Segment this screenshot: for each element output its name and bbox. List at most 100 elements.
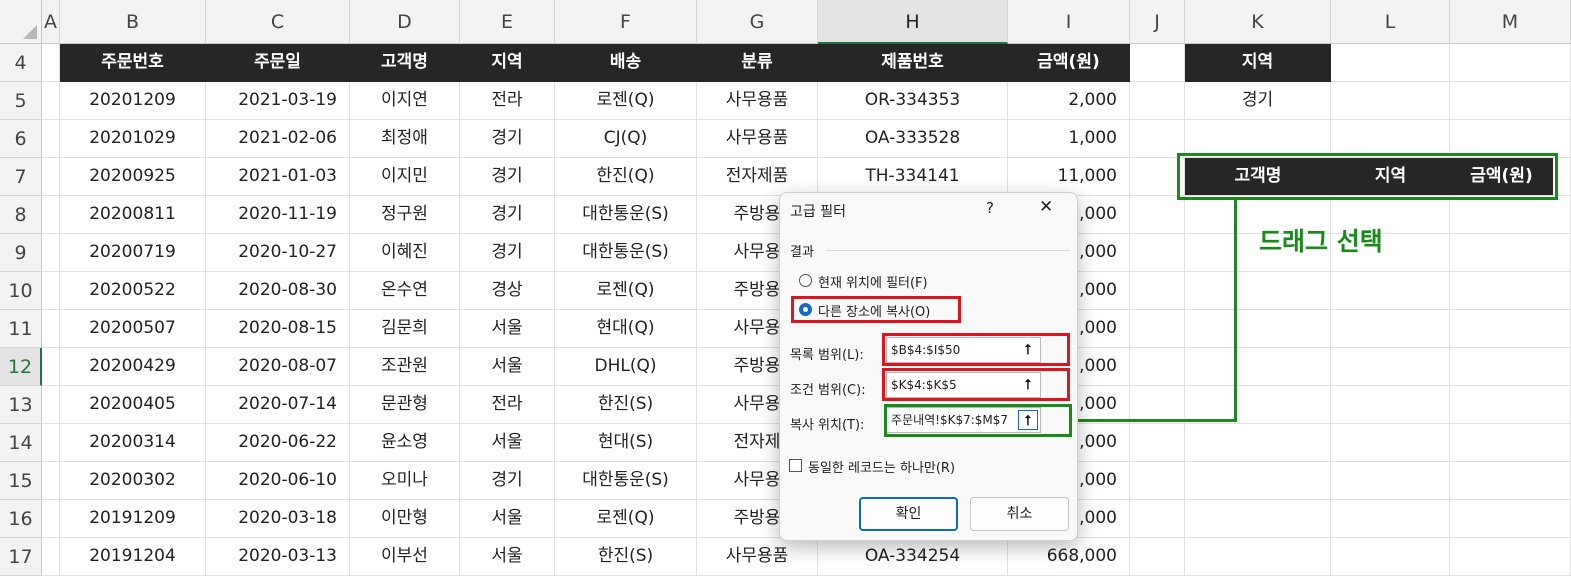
column-header-l[interactable]: L [1331,0,1450,44]
row-header-6[interactable]: 6 [0,120,42,158]
row-header-16[interactable]: 16 [0,500,42,538]
cell-j12[interactable] [1130,348,1185,386]
table-cell[interactable]: 사무용품 [697,538,818,576]
cell-l12[interactable] [1331,348,1450,386]
table-cell[interactable]: 20200925 [60,158,206,196]
column-header-f[interactable]: F [555,0,697,44]
table-header-cell[interactable]: 제품번호 [818,44,1008,82]
column-header-a[interactable]: A [42,0,60,44]
table-cell[interactable]: 서울 [460,424,555,462]
cell-l17[interactable] [1331,538,1450,576]
column-header-g[interactable]: G [697,0,818,44]
row-header-5[interactable]: 5 [0,82,42,120]
table-cell[interactable]: 경기 [460,234,555,272]
cell-j5[interactable] [1130,82,1185,120]
table-cell[interactable]: 경기 [460,120,555,158]
table-cell[interactable]: 문관형 [350,386,460,424]
table-cell[interactable]: 2021-01-03 [206,158,350,196]
table-cell[interactable]: OA-333528 [818,120,1008,158]
table-cell[interactable]: 이혜진 [350,234,460,272]
table-cell[interactable]: 1,000 [1008,120,1130,158]
table-cell[interactable]: 2020-07-14 [206,386,350,424]
cell-m13[interactable] [1450,386,1571,424]
table-cell[interactable]: OR-334353 [818,82,1008,120]
column-header-c[interactable]: C [206,0,350,44]
cell-j8[interactable] [1130,196,1185,234]
table-cell[interactable]: 대한통운(S) [555,196,697,234]
column-header-b[interactable]: B [60,0,206,44]
cell-j9[interactable] [1130,234,1185,272]
table-cell[interactable]: 20201209 [60,82,206,120]
row-header-15[interactable]: 15 [0,462,42,500]
table-cell[interactable]: 사무용품 [697,120,818,158]
row-header-12[interactable]: 12 [0,348,42,386]
help-button[interactable]: ? [986,199,994,217]
cell-a4[interactable] [42,44,60,82]
cell-j17[interactable] [1130,538,1185,576]
table-cell[interactable]: 경기 [460,196,555,234]
criteria-value[interactable]: 경기 [1185,82,1331,120]
cell-a14[interactable] [42,424,60,462]
table-cell[interactable]: 로젠(Q) [555,82,697,120]
cell-m5[interactable] [1450,82,1571,120]
table-cell[interactable]: 20200719 [60,234,206,272]
table-cell[interactable]: 20191204 [60,538,206,576]
table-cell[interactable]: 이지연 [350,82,460,120]
cell-m14[interactable] [1450,424,1571,462]
unique-records-checkbox[interactable] [789,459,802,472]
table-cell[interactable]: 20200314 [60,424,206,462]
table-cell[interactable]: 전라 [460,386,555,424]
table-cell[interactable]: 대한통운(S) [555,234,697,272]
table-cell[interactable]: 20191209 [60,500,206,538]
table-cell[interactable]: 서울 [460,310,555,348]
row-header-10[interactable]: 10 [0,272,42,310]
table-cell[interactable]: 최정애 [350,120,460,158]
table-cell[interactable]: 로젠(Q) [555,500,697,538]
table-cell[interactable]: 온수연 [350,272,460,310]
table-header-cell[interactable]: 주문일 [206,44,350,82]
criteria-header[interactable]: 지역 [1185,44,1331,82]
column-header-h[interactable]: H [818,0,1008,44]
column-header-k[interactable]: K [1185,0,1331,44]
row-header-7[interactable]: 7 [0,158,42,196]
table-cell[interactable]: 11,000 [1008,158,1130,196]
table-cell[interactable]: 2020-06-10 [206,462,350,500]
column-header-d[interactable]: D [350,0,460,44]
table-cell[interactable]: OA-334254 [818,538,1008,576]
table-cell[interactable]: DHL(Q) [555,348,697,386]
ok-button[interactable]: 확인 [859,497,958,531]
table-cell[interactable]: 한진(Q) [555,158,697,196]
table-cell[interactable]: 김문희 [350,310,460,348]
table-cell[interactable]: 경기 [460,462,555,500]
cell-k16[interactable] [1185,500,1331,538]
table-cell[interactable]: 경상 [460,272,555,310]
cell-a6[interactable] [42,120,60,158]
table-header-cell[interactable]: 금액(원) [1008,44,1130,82]
table-header-cell[interactable]: 배송 [555,44,697,82]
table-cell[interactable]: 전자제품 [697,158,818,196]
table-cell[interactable]: 2020-08-30 [206,272,350,310]
cell-j11[interactable] [1130,310,1185,348]
table-cell[interactable]: 2020-08-07 [206,348,350,386]
cell-j4[interactable] [1130,44,1185,82]
table-cell[interactable]: 2020-06-22 [206,424,350,462]
column-header-j[interactable]: J [1130,0,1185,44]
table-cell[interactable]: 한진(S) [555,386,697,424]
row-header-14[interactable]: 14 [0,424,42,462]
table-cell[interactable]: TH-334141 [818,158,1008,196]
cell-a5[interactable] [42,82,60,120]
cell-a8[interactable] [42,196,60,234]
table-cell[interactable]: 2021-03-19 [206,82,350,120]
table-cell[interactable]: 현대(S) [555,424,697,462]
filter-in-place-radio[interactable] [799,274,812,287]
cell-m16[interactable] [1450,500,1571,538]
table-header-cell[interactable]: 지역 [460,44,555,82]
table-cell[interactable]: 정구원 [350,196,460,234]
cell-k14[interactable] [1185,424,1331,462]
cell-m9[interactable] [1450,234,1571,272]
table-cell[interactable]: 서울 [460,500,555,538]
table-cell[interactable]: 대한통운(S) [555,462,697,500]
table-cell[interactable]: 한진(S) [555,538,697,576]
cell-j16[interactable] [1130,500,1185,538]
table-cell[interactable]: 윤소영 [350,424,460,462]
